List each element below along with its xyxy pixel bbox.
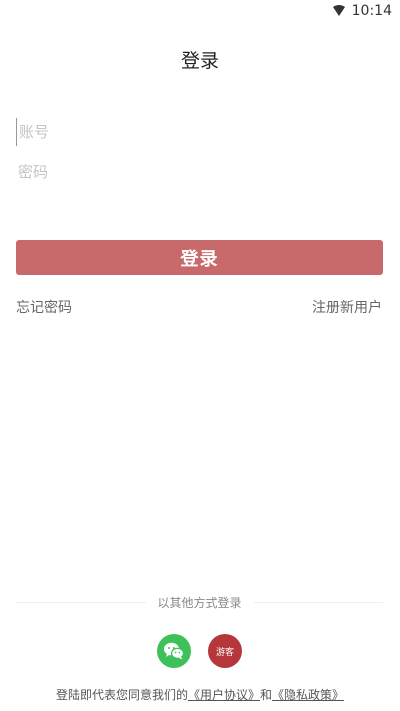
divider-line-left	[16, 601, 146, 603]
other-login-divider: 以其他方式登录	[16, 594, 384, 610]
guest-login-button[interactable]: 游客	[208, 634, 242, 668]
wechat-icon	[164, 642, 185, 660]
privacy-policy-link[interactable]: 《隐私政策》	[272, 688, 344, 702]
password-input[interactable]	[16, 158, 382, 186]
page-title: 登录	[180, 50, 219, 72]
forgot-password-link[interactable]: 忘记密码	[16, 297, 72, 317]
agreement-conjunction: 和	[260, 688, 273, 702]
account-input[interactable]	[16, 118, 382, 146]
status-bar: 10:14	[0, 0, 400, 22]
wifi-icon	[332, 5, 345, 16]
login-button[interactable]: 登录	[16, 240, 383, 275]
agreement-prefix: 登陆即代表您同意我们的	[55, 688, 188, 702]
register-link[interactable]: 注册新用户	[312, 297, 382, 317]
status-time: 10:14	[351, 3, 392, 19]
other-login-label: 以其他方式登录	[157, 595, 242, 610]
wechat-login-button[interactable]	[157, 634, 191, 668]
divider-line-right	[253, 601, 384, 603]
user-agreement-link[interactable]: 《用户协议》	[188, 688, 260, 702]
agreement-text: 登陆即代表您同意我们的《用户协议》和《隐私政策》	[0, 686, 400, 703]
login-screen: 10:14 登录 登录 忘记密码 注册新用户 以其他方式登录 游客 登陆即代表您…	[0, 0, 400, 711]
